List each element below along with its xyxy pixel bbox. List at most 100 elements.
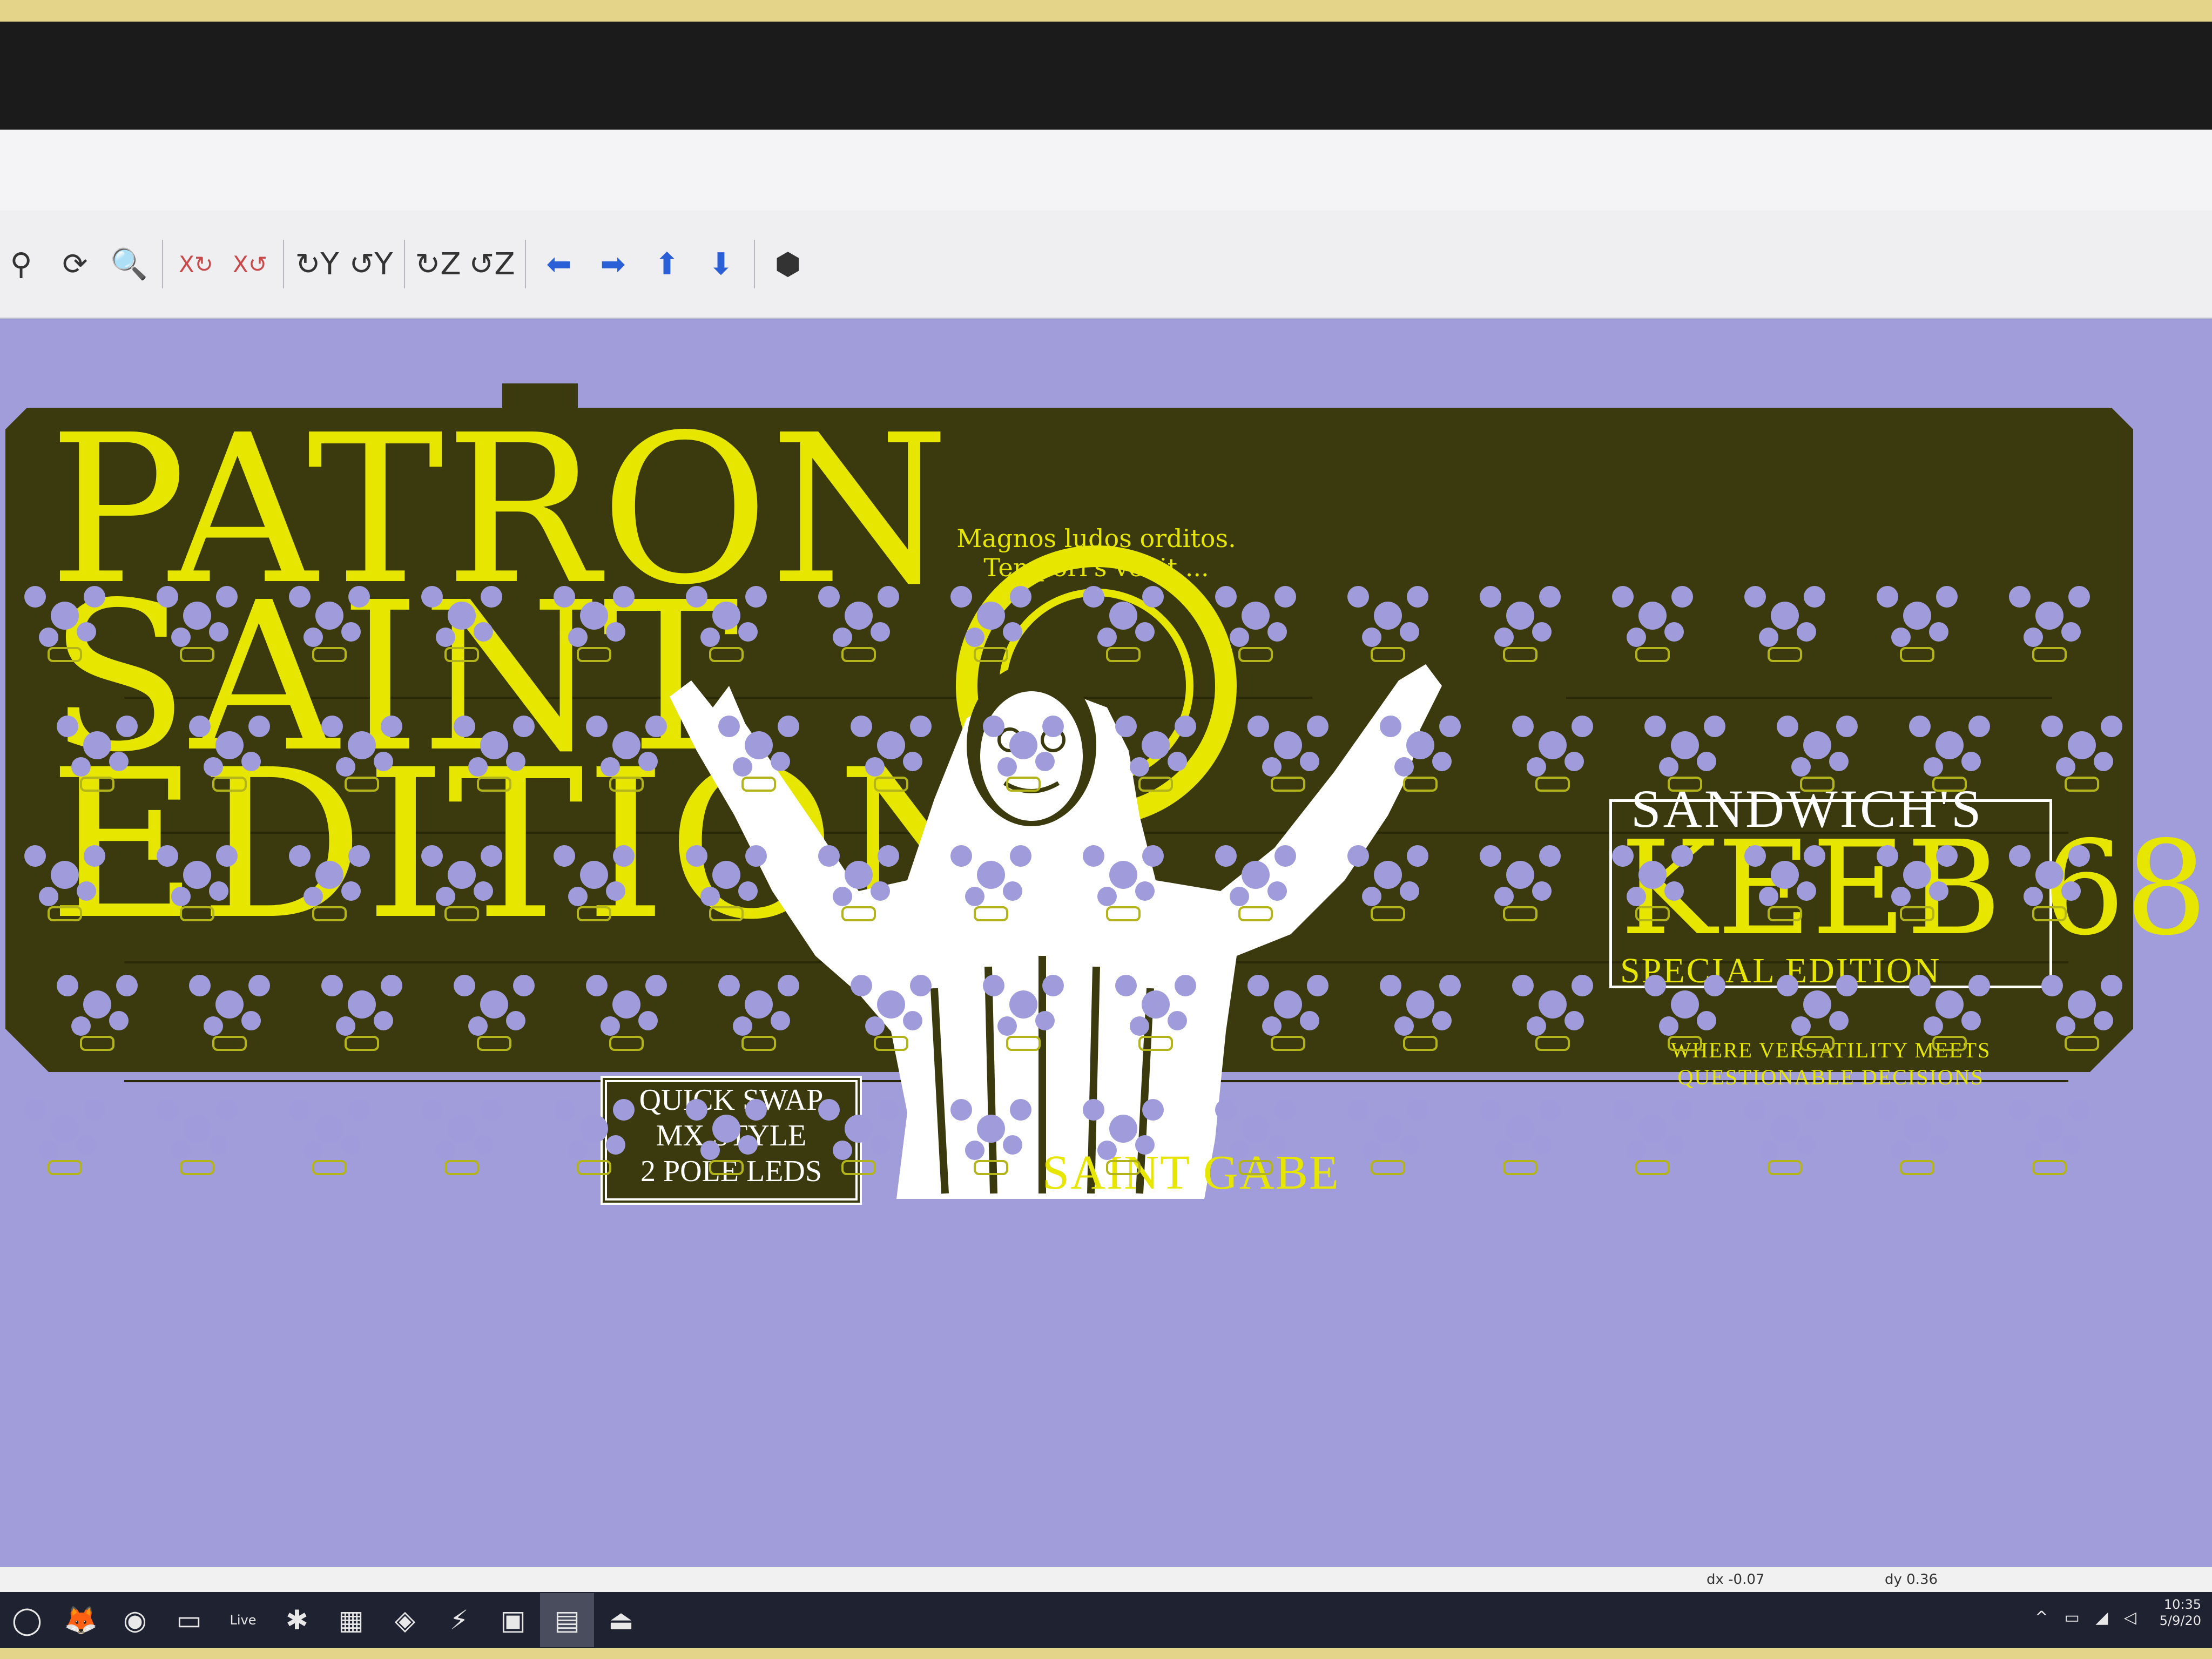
switch-hole (818, 845, 840, 867)
chrome-button[interactable]: ◉ (108, 1593, 162, 1647)
switch-hole (513, 975, 535, 996)
tool-button[interactable]: ✱ (270, 1593, 324, 1647)
switch-hole (1804, 1099, 1825, 1121)
led-pad (2065, 777, 2099, 792)
switch-hole (1532, 881, 1552, 901)
switch-hole (613, 845, 635, 867)
switch-hole (216, 586, 238, 608)
switch-hole (1877, 586, 1898, 608)
switch-hole (1744, 586, 1766, 608)
switch-hole (157, 586, 178, 608)
led-pad (1238, 1160, 1273, 1175)
led-pad (180, 647, 214, 662)
switch-hole (2041, 975, 2063, 996)
switch-hole (436, 887, 455, 906)
switch-hole (348, 1099, 370, 1121)
switch-hole (1494, 1141, 1514, 1160)
led-pad (741, 1036, 776, 1051)
terminal-button[interactable]: ▭ (162, 1593, 216, 1647)
switch-hole (1612, 1099, 1634, 1121)
switch-hole (171, 1141, 191, 1160)
led-pad (1635, 647, 1670, 662)
led-pad (1371, 1160, 1405, 1175)
switch-hole (448, 1115, 476, 1143)
switch-hole (1247, 716, 1269, 737)
led-pad (180, 906, 214, 921)
switch-hole (1797, 1135, 1816, 1155)
switch-hole (568, 628, 588, 647)
led-pad (2032, 1160, 2067, 1175)
switch-hole (2024, 628, 2043, 647)
switch-hole (1627, 1141, 1646, 1160)
switch-hole (638, 752, 658, 771)
firefox-button[interactable]: 🦊 (54, 1593, 108, 1647)
switch-hole (2035, 861, 2063, 889)
switch-hole (84, 586, 105, 608)
calculator-button[interactable]: ▦ (324, 1593, 378, 1647)
led-pad (1768, 647, 1802, 662)
switch-hole (77, 622, 96, 642)
switch-hole (1262, 757, 1282, 777)
switch-hole (871, 622, 890, 642)
switch-hole (1083, 586, 1104, 608)
switch-hole (1480, 1099, 1501, 1121)
led-pad (1503, 647, 1537, 662)
switch-hole (506, 752, 525, 771)
switch-hole (1042, 975, 1064, 996)
app-chat-button[interactable]: ▣ (486, 1593, 540, 1647)
switch-hole (1230, 628, 1249, 647)
switch-hole (977, 861, 1005, 889)
switch-hole (878, 1099, 899, 1121)
switch-hole (183, 602, 211, 630)
switch-hole (1909, 716, 1931, 737)
led-pad (1106, 906, 1141, 921)
led-pad (1271, 777, 1305, 792)
switch-hole (1242, 1115, 1270, 1143)
led-pad (2065, 1036, 2099, 1051)
search-button[interactable]: ◯ (0, 1593, 54, 1647)
switch-hole (1644, 975, 1666, 996)
switch-hole (183, 861, 211, 889)
switch-hole (1612, 845, 1634, 867)
system-tray-icons[interactable]: ^ ▭ ◢ ◁ (2035, 1608, 2142, 1627)
switch-hole (1274, 731, 1302, 759)
clock[interactable]: 10:35 5/9/20 (2160, 1596, 2201, 1629)
app-lightning-button[interactable]: ⚡ (432, 1593, 486, 1647)
led-pad (1535, 777, 1570, 792)
switch-hole (1432, 1011, 1452, 1030)
switch-hole (2035, 602, 2063, 630)
led-pad (709, 647, 744, 662)
switch-hole (738, 1135, 758, 1155)
led-pad (841, 1160, 876, 1175)
switch-hole (865, 757, 885, 777)
switch-hole (1791, 757, 1811, 777)
led-pad (1106, 647, 1141, 662)
led-pad (974, 647, 1008, 662)
switch-hole (1242, 861, 1270, 889)
live-button[interactable]: Live (216, 1593, 270, 1647)
led-pad (48, 1160, 82, 1175)
led-pad (1800, 777, 1835, 792)
app-arrow-button[interactable]: ⏏ (594, 1593, 648, 1647)
switch-hole (1406, 990, 1434, 1019)
switch-hole (1274, 586, 1296, 608)
switch-hole (1347, 586, 1369, 608)
switch-hole (241, 1011, 261, 1030)
switch-hole (481, 586, 502, 608)
switch-hole (1929, 622, 1948, 642)
switch-hole (474, 881, 493, 901)
led-pad (841, 906, 876, 921)
switch-hole (1539, 586, 1561, 608)
switch-hole (1347, 845, 1369, 867)
switch-hole (1903, 602, 1931, 630)
switch-hole (1274, 1099, 1296, 1121)
switch-hole (851, 975, 872, 996)
kicad-button[interactable]: ▤ (540, 1593, 594, 1647)
app-blue-button[interactable]: ◈ (378, 1593, 432, 1647)
switch-hole (1891, 628, 1911, 647)
switch-hole (216, 1099, 238, 1121)
switch-hole (554, 845, 575, 867)
switch-hole (1109, 1115, 1137, 1143)
switch-hole (977, 1115, 1005, 1143)
switch-hole (1572, 716, 1593, 737)
